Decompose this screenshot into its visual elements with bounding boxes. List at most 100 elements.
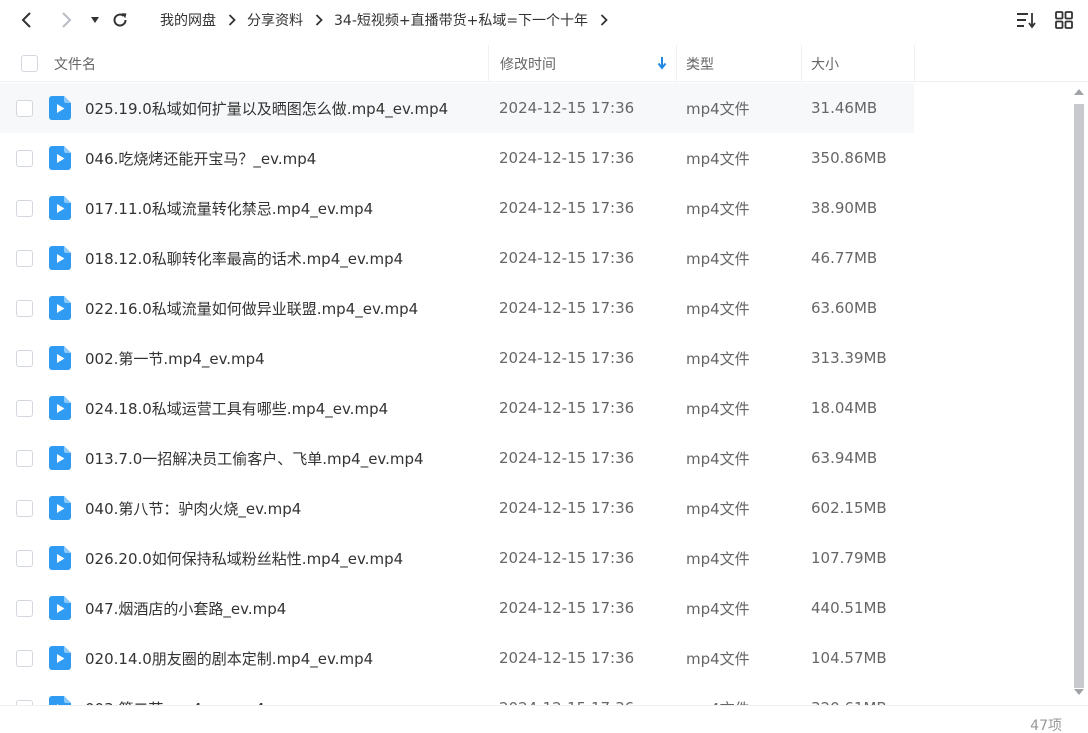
file-name[interactable]: 046.吃烧烤还能开宝马？_ev.mp4 bbox=[85, 133, 316, 183]
scroll-down-arrow-icon[interactable] bbox=[1074, 688, 1084, 696]
file-type: mp4文件 bbox=[686, 199, 750, 218]
file-row[interactable]: 018.12.0私聊转化率最高的话术.mp4_ev.mp4 2024-12-15 … bbox=[0, 233, 1070, 283]
breadcrumb-item-current-folder[interactable]: 34-短视频+直播带货+私域=下一个十年 bbox=[334, 10, 588, 30]
video-file-icon bbox=[49, 546, 71, 570]
file-modified-time: 2024-12-15 17:36 bbox=[499, 399, 635, 417]
file-row[interactable]: 046.吃烧烤还能开宝马？_ev.mp4 2024-12-15 17:36 mp4文… bbox=[0, 133, 1070, 183]
file-row[interactable]: 017.11.0私域流量转化禁忌.mp4_ev.mp4 2024-12-15 17… bbox=[0, 183, 1070, 233]
file-row[interactable]: 025.19.0私域如何扩量以及晒图怎么做.mp4_ev.mp4 2024-12-… bbox=[0, 83, 1070, 133]
row-checkbox[interactable] bbox=[16, 499, 33, 517]
row-checkbox[interactable] bbox=[16, 449, 33, 467]
file-size: 350.86MB bbox=[811, 149, 887, 167]
file-size: 320.61MB bbox=[811, 683, 887, 705]
file-size: 440.51MB bbox=[811, 599, 887, 617]
forward-button[interactable] bbox=[54, 8, 78, 32]
row-checkbox[interactable] bbox=[16, 649, 33, 667]
video-file-icon bbox=[49, 196, 71, 220]
file-size: 313.39MB bbox=[811, 349, 887, 367]
file-name[interactable]: 002.第一节.mp4_ev.mp4 bbox=[85, 333, 265, 383]
file-icon-cell bbox=[49, 233, 71, 283]
row-checkbox[interactable] bbox=[16, 349, 33, 367]
file-type: mp4文件 bbox=[686, 649, 750, 668]
back-button[interactable] bbox=[15, 8, 39, 32]
file-modified-time: 2024-12-15 17:36 bbox=[499, 199, 635, 217]
breadcrumb-item-my-drive[interactable]: 我的网盘 bbox=[160, 10, 216, 30]
forward-arrow-icon bbox=[62, 12, 72, 28]
video-file-icon bbox=[49, 496, 71, 520]
file-modified-time: 2024-12-15 17:36 bbox=[499, 683, 634, 705]
file-name[interactable]: 047.烟酒店的小套路_ev.mp4 bbox=[85, 583, 286, 633]
breadcrumb-item-shared[interactable]: 分享资料 bbox=[247, 10, 303, 30]
row-checkbox-cell bbox=[16, 533, 33, 583]
grid-view-button[interactable] bbox=[1054, 10, 1074, 30]
toolbar: 我的网盘 分享资料 34-短视频+直播带货+私域=下一个十年 bbox=[0, 0, 1088, 40]
file-type: mp4文件 bbox=[686, 599, 750, 618]
file-icon-cell bbox=[49, 283, 71, 333]
file-name[interactable]: 025.19.0私域如何扩量以及晒图怎么做.mp4_ev.mp4 bbox=[85, 83, 448, 133]
file-type: mp4文件 bbox=[686, 99, 750, 118]
row-checkbox[interactable] bbox=[16, 399, 33, 417]
row-checkbox[interactable] bbox=[16, 599, 33, 617]
file-icon-cell bbox=[49, 183, 71, 233]
row-checkbox[interactable] bbox=[16, 149, 33, 167]
video-file-icon bbox=[49, 646, 71, 670]
file-name[interactable]: 003.第二节.mp4_ev.mp4 bbox=[85, 683, 265, 706]
file-name[interactable]: 018.12.0私聊转化率最高的话术.mp4_ev.mp4 bbox=[85, 233, 403, 283]
status-bar: 47项 bbox=[0, 705, 1088, 733]
vertical-scrollbar[interactable] bbox=[1071, 88, 1087, 700]
file-icon-cell bbox=[49, 133, 71, 183]
refresh-icon bbox=[113, 13, 127, 27]
row-checkbox[interactable] bbox=[16, 99, 33, 117]
file-name[interactable]: 024.18.0私域运营工具有哪些.mp4_ev.mp4 bbox=[85, 383, 388, 433]
column-header-name[interactable]: 文件名 bbox=[54, 45, 489, 82]
file-row[interactable]: 022.16.0私域流量如何做异业联盟.mp4_ev.mp4 2024-12-15… bbox=[0, 283, 1070, 333]
file-name[interactable]: 040.第八节：驴肉火烧_ev.mp4 bbox=[85, 483, 301, 533]
file-name[interactable]: 026.20.0如何保持私域粉丝粘性.mp4_ev.mp4 bbox=[85, 533, 403, 583]
refresh-button[interactable] bbox=[108, 8, 132, 32]
row-checkbox-cell bbox=[16, 133, 33, 183]
row-checkbox-cell bbox=[16, 83, 33, 133]
column-header-modified[interactable]: 修改时间 bbox=[489, 45, 677, 82]
file-name[interactable]: 022.16.0私域流量如何做异业联盟.mp4_ev.mp4 bbox=[85, 283, 418, 333]
item-count: 47项 bbox=[1030, 718, 1062, 733]
breadcrumb: 我的网盘 分享资料 34-短视频+直播带货+私域=下一个十年 bbox=[160, 0, 619, 40]
column-header-type[interactable]: 类型 bbox=[677, 45, 802, 82]
file-row[interactable]: 003.第二节.mp4_ev.mp4 2024-12-15 17:36 mp4文件 3… bbox=[0, 683, 1070, 705]
select-all-container bbox=[21, 45, 38, 82]
file-row[interactable]: 040.第八节：驴肉火烧_ev.mp4 2024-12-15 17:36 mp4文件… bbox=[0, 483, 1070, 533]
row-checkbox-cell bbox=[16, 233, 33, 283]
file-row[interactable]: 026.20.0如何保持私域粉丝粘性.mp4_ev.mp4 2024-12-15 … bbox=[0, 533, 1070, 583]
column-header-size[interactable]: 大小 bbox=[802, 45, 915, 82]
file-modified-time: 2024-12-15 17:36 bbox=[499, 299, 635, 317]
row-checkbox[interactable] bbox=[16, 199, 33, 217]
file-type: mp4文件 bbox=[686, 299, 750, 318]
row-checkbox[interactable] bbox=[16, 549, 33, 567]
file-row[interactable]: 002.第一节.mp4_ev.mp4 2024-12-15 17:36 mp4文件 3… bbox=[0, 333, 1070, 383]
video-file-icon bbox=[49, 296, 71, 320]
file-icon-cell bbox=[49, 483, 71, 533]
row-checkbox-cell bbox=[16, 283, 33, 333]
file-size: 63.94MB bbox=[811, 449, 878, 467]
row-checkbox[interactable] bbox=[16, 249, 33, 267]
row-checkbox-cell bbox=[16, 183, 33, 233]
history-dropdown-icon bbox=[91, 17, 99, 23]
row-checkbox[interactable] bbox=[16, 299, 33, 317]
file-row[interactable]: 013.7.0一招解决员工偷客户、飞单.mp4_ev.mp4 2024-12-15… bbox=[0, 433, 1070, 483]
file-name[interactable]: 013.7.0一招解决员工偷客户、飞单.mp4_ev.mp4 bbox=[85, 433, 424, 483]
scroll-up-arrow-icon[interactable] bbox=[1074, 88, 1084, 96]
file-name[interactable]: 017.11.0私域流量转化禁忌.mp4_ev.mp4 bbox=[85, 183, 373, 233]
video-file-icon bbox=[49, 396, 71, 420]
sort-desc-arrow-icon bbox=[657, 57, 667, 70]
video-file-icon bbox=[49, 446, 71, 470]
file-type: mp4文件 bbox=[686, 149, 750, 168]
file-name[interactable]: 020.14.0朋友圈的剧本定制.mp4_ev.mp4 bbox=[85, 633, 373, 683]
file-row[interactable]: 020.14.0朋友圈的剧本定制.mp4_ev.mp4 2024-12-15 17… bbox=[0, 633, 1070, 683]
file-row[interactable]: 024.18.0私域运营工具有哪些.mp4_ev.mp4 2024-12-15 1… bbox=[0, 383, 1070, 433]
video-file-icon bbox=[49, 246, 71, 270]
file-size: 63.60MB bbox=[811, 299, 878, 317]
history-dropdown-button[interactable] bbox=[83, 8, 107, 32]
file-row[interactable]: 047.烟酒店的小套路_ev.mp4 2024-12-15 17:36 mp4文件 4… bbox=[0, 583, 1070, 633]
sort-button[interactable] bbox=[1016, 10, 1036, 30]
scroll-thumb[interactable] bbox=[1074, 104, 1084, 688]
select-all-checkbox[interactable] bbox=[21, 55, 38, 72]
